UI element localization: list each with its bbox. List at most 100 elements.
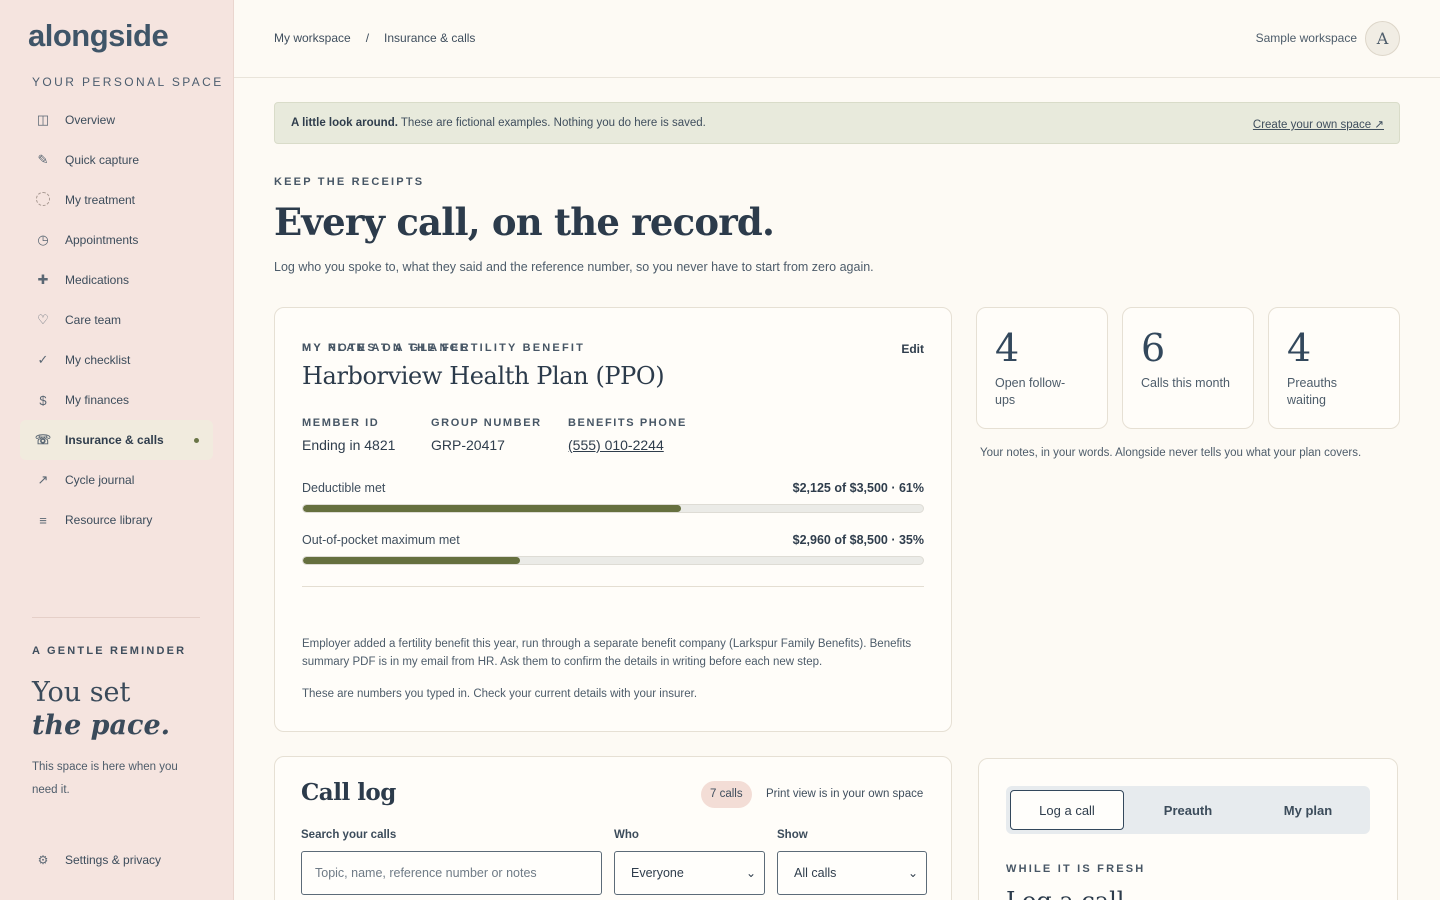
show-label: Show	[777, 829, 808, 841]
tab-my-plan[interactable]: My plan	[1251, 790, 1365, 830]
group-number-value: GRP-20417	[431, 437, 505, 453]
fertility-notes-text: Employer added a fertility benefit this …	[302, 638, 912, 668]
benefits-phone-field: BENEFITS PHONE (555) 010-2244	[568, 417, 687, 453]
stat-preauths-waiting[interactable]: 4 Preauths waiting	[1268, 307, 1400, 429]
sidebar-item-label: Medications	[65, 273, 130, 287]
stats-note: Your notes, in your words. Alongside nev…	[980, 447, 1362, 459]
sidebar-nav: ◫ Overview ✎ Quick capture My treatment …	[20, 100, 213, 540]
call-count-badge: 7 calls	[701, 781, 752, 808]
sidebar-item-resource-library[interactable]: ≡ Resource library	[20, 500, 213, 540]
sidebar: alongside YOUR PERSONAL SPACE ◫ Overview…	[0, 0, 234, 900]
print-view-note: Print view is in your own space	[766, 788, 924, 800]
deductible-meter: Deductible met $2,125 of $3,500 · 61%	[302, 481, 924, 513]
sidebar-item-medications[interactable]: ✚ Medications	[20, 260, 213, 300]
heart-icon: ♡	[37, 312, 49, 327]
banner-message: A little look around. These are fictiona…	[291, 117, 706, 129]
form-title: Log a call	[1006, 887, 1124, 900]
form-eyebrow: WHILE IT IS FRESH	[1006, 863, 1146, 875]
show-select-value: All calls	[794, 866, 837, 880]
sidebar-item-care-team[interactable]: ♡ Care team	[20, 300, 213, 340]
sidebar-item-label: My checklist	[65, 353, 131, 367]
group-number-label: GROUP NUMBER	[431, 417, 542, 429]
sidebar-item-insurance-calls[interactable]: ☏ Insurance & calls	[20, 420, 213, 460]
breadcrumb-workspace[interactable]: My workspace	[274, 31, 351, 45]
sidebar-item-my-checklist[interactable]: ✓ My checklist	[20, 340, 213, 380]
deductible-label: Deductible met	[302, 481, 386, 495]
sidebar-item-overview[interactable]: ◫ Overview	[20, 100, 213, 140]
list-icon: ≡	[39, 512, 47, 528]
member-id-value: Ending in 4821	[302, 437, 396, 453]
trend-icon: ↗	[37, 472, 49, 487]
edit-plan-button[interactable]: Edit	[901, 342, 924, 356]
group-number-field: GROUP NUMBER GRP-20417	[431, 417, 542, 453]
call-log-card: Call log 7 calls Print view is in your o…	[274, 756, 952, 900]
entry-form-card: Log a call Preauth My plan WHILE IT IS F…	[978, 758, 1398, 900]
fertility-notes-eyebrow: MY NOTES ON THE FERTILITY BENEFIT	[302, 342, 586, 354]
search-input[interactable]: Topic, name, reference number or notes	[301, 851, 602, 895]
sidebar-item-label: Care team	[65, 313, 122, 327]
settings-privacy-link[interactable]: ⚙ Settings & privacy	[34, 853, 161, 867]
breadcrumb-current: Insurance & calls	[384, 31, 476, 45]
sidebar-item-label: Appointments	[65, 233, 139, 247]
stat-open-follow-ups[interactable]: 4 Open follow-ups	[976, 307, 1108, 429]
out-of-pocket-progress-fill	[303, 557, 520, 564]
breadcrumb: My workspace / Insurance & calls	[274, 31, 475, 45]
search-label: Search your calls	[301, 829, 397, 841]
tab-preauth[interactable]: Preauth	[1131, 790, 1245, 830]
app-logo[interactable]: alongside	[28, 18, 169, 54]
deductible-value: $2,125 of $3,500 · 61%	[792, 481, 924, 495]
who-label: Who	[614, 829, 639, 841]
phone-icon: ☏	[34, 432, 52, 447]
avatar[interactable]: A	[1365, 21, 1400, 56]
reminder-line-2: the pace.	[32, 710, 171, 741]
sidebar-item-cycle-journal[interactable]: ↗ Cycle journal	[20, 460, 213, 500]
sidebar-item-quick-capture[interactable]: ✎ Quick capture	[20, 140, 213, 180]
out-of-pocket-value: $2,960 of $8,500 · 35%	[792, 533, 924, 547]
member-id-field: MEMBER ID Ending in 4821	[302, 417, 395, 453]
plus-icon: ✚	[37, 272, 49, 287]
stat-label: Calls this month	[1141, 376, 1230, 390]
out-of-pocket-progress-track	[302, 556, 924, 565]
banner-text: These are fictional examples. Nothing yo…	[397, 117, 706, 129]
sidebar-item-label: Cycle journal	[65, 473, 135, 487]
active-indicator-dot	[194, 438, 199, 443]
deductible-progress-fill	[303, 505, 682, 512]
chevron-down-icon: ⌄	[745, 866, 756, 880]
settings-label: Settings & privacy	[65, 853, 162, 867]
reminder-line-1: You set	[32, 677, 131, 708]
page-subtitle: Log who you spoke to, what they said and…	[274, 260, 874, 274]
sidebar-caption: YOUR PERSONAL SPACE	[32, 75, 224, 89]
tab-log-a-call[interactable]: Log a call	[1010, 790, 1124, 830]
chevron-down-icon: ⌄	[907, 866, 918, 880]
benefits-phone-link[interactable]: (555) 010-2244	[568, 437, 687, 453]
out-of-pocket-meter: Out-of-pocket maximum met $2,960 of $8,5…	[302, 533, 924, 565]
sidebar-item-label: My finances	[65, 393, 130, 407]
sidebar-item-label: Insurance & calls	[65, 433, 164, 447]
dollar-icon: $	[39, 392, 47, 408]
plan-name: Harborview Health Plan (PPO)	[302, 362, 665, 390]
sidebar-item-label: Quick capture	[65, 153, 140, 167]
clock-icon: ◷	[37, 232, 49, 247]
sidebar-item-label: Overview	[65, 113, 116, 127]
page-title: Every call, on the record.	[274, 200, 775, 244]
sidebar-item-my-treatment[interactable]: My treatment	[20, 180, 213, 220]
stat-number: 6	[1141, 326, 1166, 370]
stat-label: Preauths waiting	[1287, 376, 1338, 407]
stat-calls-this-month[interactable]: 6 Calls this month	[1122, 307, 1254, 429]
pencil-icon: ✎	[37, 152, 49, 167]
sidebar-item-appointments[interactable]: ◷ Appointments	[20, 220, 213, 260]
show-select[interactable]: All calls ⌄	[777, 851, 927, 895]
create-space-link[interactable]: Create your own space ↗	[1253, 117, 1384, 131]
out-of-pocket-label: Out-of-pocket maximum met	[302, 533, 460, 547]
who-select[interactable]: Everyone ⌄	[614, 851, 765, 895]
sidebar-divider	[32, 617, 200, 618]
who-select-value: Everyone	[631, 866, 684, 880]
member-id-label: MEMBER ID	[302, 417, 380, 429]
entry-type-tabs: Log a call Preauth My plan	[1006, 786, 1370, 834]
call-log-title: Call log	[301, 779, 396, 806]
sidebar-item-my-finances[interactable]: $ My finances	[20, 380, 213, 420]
reminder-caption: A GENTLE REMINDER	[32, 645, 187, 657]
check-icon: ✓	[37, 352, 49, 367]
banner-bold: A little look around.	[291, 117, 398, 129]
stat-label: Open follow-ups	[995, 376, 1066, 407]
